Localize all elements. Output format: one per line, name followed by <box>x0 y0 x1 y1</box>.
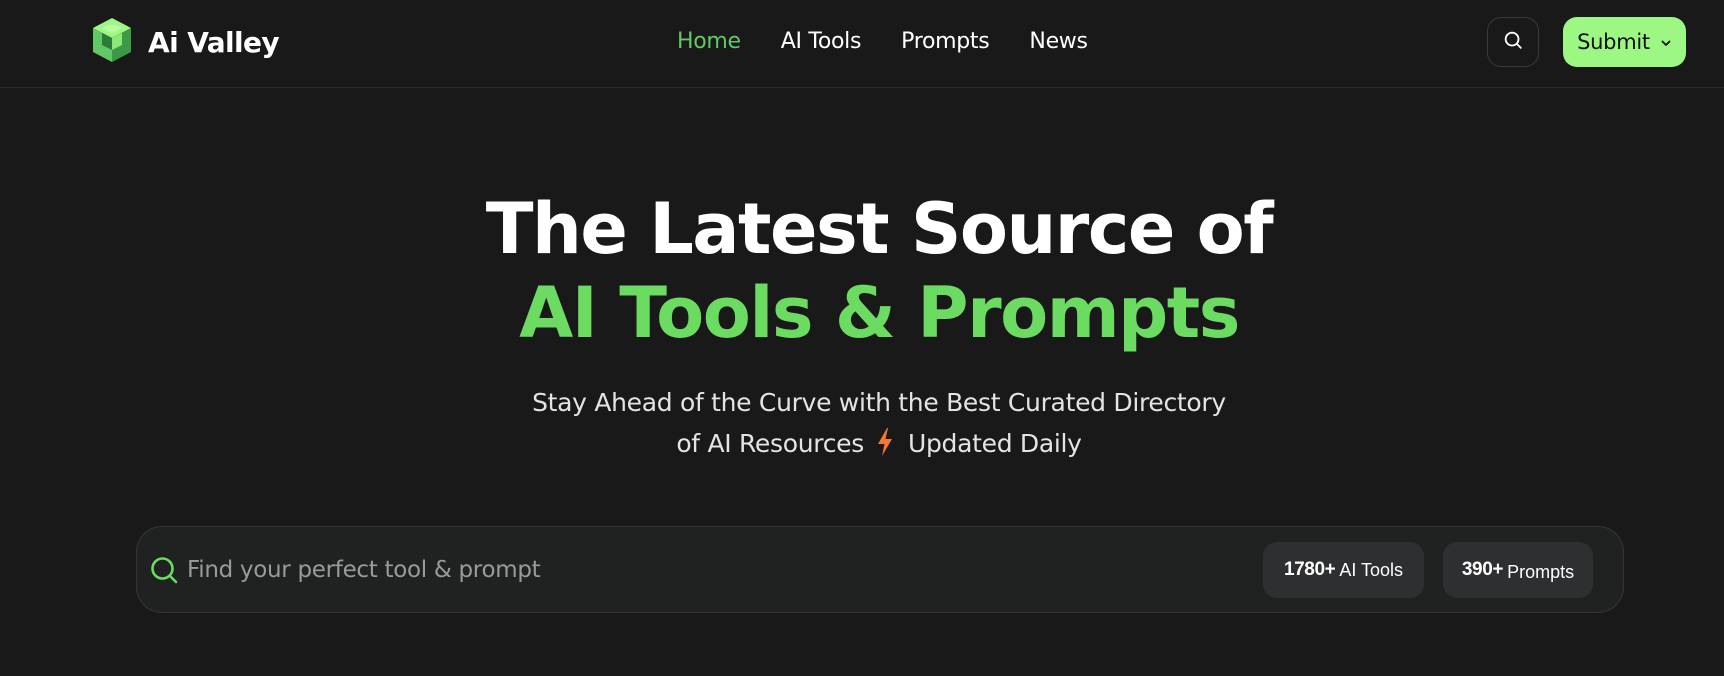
prompts-count-label: Prompts <box>1507 561 1575 582</box>
submit-button[interactable]: Submit <box>1563 17 1686 67</box>
prompts-count-badge[interactable]: 390+ Prompts <box>1443 542 1593 598</box>
brand-name: Ai Valley <box>148 25 280 59</box>
search-icon <box>149 555 179 585</box>
ai-tools-count: 1780+ <box>1283 559 1336 580</box>
hero-subtitle: Stay Ahead of the Curve with the Best Cu… <box>0 382 1724 468</box>
hero-search-bar: 1780+ AI Tools 390+ Prompts <box>136 526 1624 613</box>
hero-subtitle-line1: Stay Ahead of the Curve with the Best Cu… <box>532 388 1226 417</box>
hero-subtitle-resources: of AI Resources <box>676 429 864 458</box>
search-icon <box>1502 29 1524 55</box>
hero-title-line2: AI Tools & Prompts <box>519 272 1240 354</box>
submit-label: Submit <box>1577 30 1650 54</box>
nav-link-ai-tools[interactable]: AI Tools <box>781 29 862 54</box>
nav-link-prompts[interactable]: Prompts <box>901 29 990 54</box>
main-nav: Home AI Tools Prompts News <box>677 26 1088 56</box>
navbar: Ai Valley Home AI Tools Prompts News Sub… <box>0 0 1724 88</box>
page: Ai Valley Home AI Tools Prompts News Sub… <box>0 0 1724 676</box>
lightning-icon <box>876 427 894 468</box>
brand-logo-link[interactable]: Ai Valley <box>90 16 280 68</box>
search-button[interactable] <box>1487 17 1539 67</box>
logo-cube-icon <box>90 16 134 68</box>
hero-subtitle-updated: Updated Daily <box>907 429 1082 458</box>
nav-link-home[interactable]: Home <box>677 29 741 54</box>
chevron-down-icon <box>1660 30 1672 54</box>
nav-link-news[interactable]: News <box>1029 29 1088 54</box>
hero-subtitle-line2: of AI Resources Updated Daily <box>0 423 1724 468</box>
prompts-count: 390+ <box>1461 559 1504 580</box>
hero-title-line1: The Latest Source of <box>485 188 1274 270</box>
search-input[interactable] <box>187 549 1187 591</box>
ai-tools-count-label: AI Tools <box>1339 559 1404 580</box>
ai-tools-count-badge[interactable]: 1780+ AI Tools <box>1263 542 1424 598</box>
